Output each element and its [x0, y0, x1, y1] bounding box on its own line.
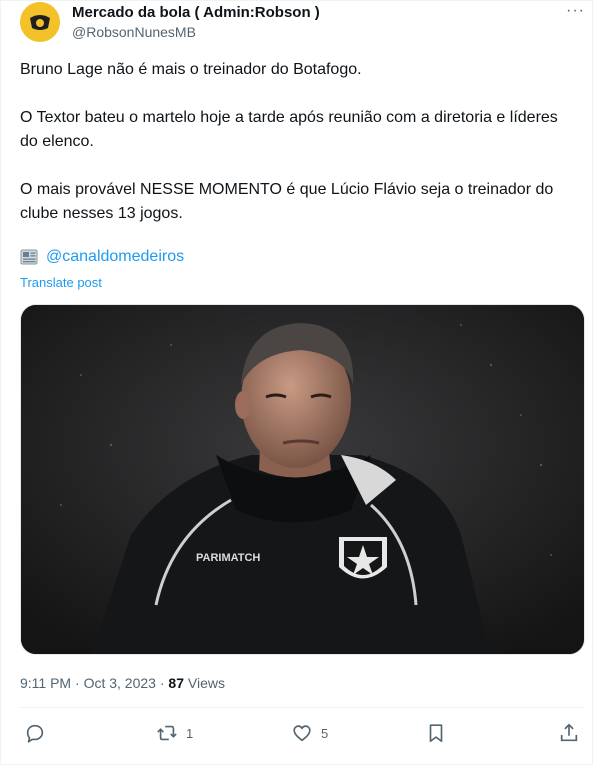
avatar-logo-icon: [20, 2, 60, 42]
more-options-icon[interactable]: ···: [566, 3, 585, 19]
tweet-paragraph-2: O Textor bateu o martelo hoje a tarde ap…: [20, 109, 558, 150]
translate-link[interactable]: Translate post: [20, 275, 102, 290]
heart-icon: [293, 725, 311, 742]
tweet-paragraph-1: Bruno Lage não é mais o treinador do Bot…: [20, 61, 362, 78]
tweet-paragraph-3: O mais provável NESSE MOMENTO é que Lúci…: [20, 181, 554, 222]
reply-button[interactable]: [24, 722, 54, 744]
newspaper-icon: [20, 249, 38, 265]
views-label: Views: [187, 675, 225, 691]
mention-row: @canaldomedeiros: [20, 248, 184, 266]
author-avatar[interactable]: [20, 2, 60, 42]
views-count: 87: [168, 675, 184, 691]
share-button[interactable]: [558, 722, 580, 744]
sponsor-text: PARIMATCH: [196, 552, 260, 564]
mention-link[interactable]: @canaldomedeiros: [46, 248, 184, 266]
post-time[interactable]: 9:11 PM: [20, 675, 71, 691]
coach-photo-illustration: PARIMATCH: [21, 305, 584, 654]
like-button[interactable]: 5: [291, 722, 328, 744]
share-icon: [560, 723, 578, 742]
divider: [20, 707, 585, 708]
reply-icon: [26, 724, 44, 743]
post-date[interactable]: Oct 3, 2023: [84, 675, 156, 691]
repost-count: 1: [186, 725, 194, 741]
bookmark-icon: [429, 724, 443, 743]
meta-separator: ·: [75, 675, 84, 691]
author-name[interactable]: Mercado da bola ( Admin:Robson ): [72, 4, 320, 21]
author-handle[interactable]: @RobsonNunesMB: [72, 24, 196, 40]
repost-icon: [157, 725, 177, 741]
repost-button[interactable]: 1: [156, 722, 193, 744]
bookmark-button[interactable]: [425, 722, 447, 744]
post-meta: 9:11 PM · Oct 3, 2023 · 87 Views: [20, 675, 225, 691]
tweet-photo[interactable]: PARIMATCH: [20, 304, 585, 655]
like-count: 5: [321, 725, 329, 741]
